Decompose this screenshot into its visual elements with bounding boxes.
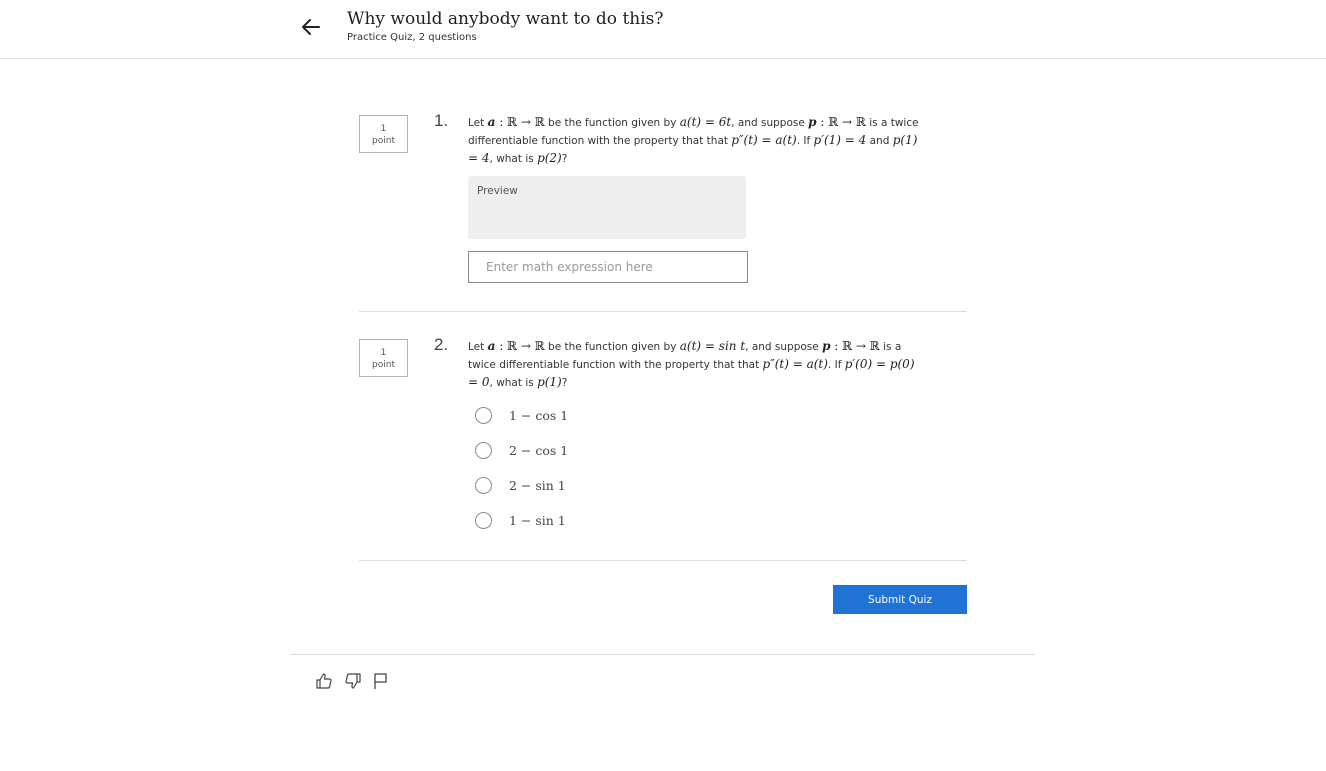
question-1-number: 1. (434, 111, 449, 130)
question-2-text: Let a : ℝ → ℝ be the function given by a… (468, 339, 915, 389)
question-2-points: 1 point (359, 339, 408, 377)
top-bar: Why would anybody want to do this? Pract… (0, 0, 1326, 59)
radio-button[interactable] (475, 406, 492, 424)
radio-button[interactable] (475, 511, 492, 529)
answer-option-1[interactable]: 1 − cos 1 (475, 405, 568, 425)
question-divider (359, 311, 967, 312)
points-value: 1 (380, 348, 387, 358)
option-label: 2 − cos 1 (509, 442, 569, 458)
footer-divider (290, 654, 1035, 655)
question-1-points: 1 point (359, 115, 408, 153)
page-title: Why would anybody want to do this? (347, 9, 664, 29)
answer-option-3[interactable]: 2 − sin 1 (475, 475, 566, 495)
math-preview-box: Preview (468, 176, 746, 239)
math-expression-input[interactable] (468, 251, 748, 283)
preview-label: Preview (477, 185, 518, 197)
radio-button[interactable] (475, 441, 492, 459)
points-unit: point (372, 136, 395, 146)
option-label: 2 − sin 1 (509, 477, 566, 493)
question-1-text: Let a : ℝ → ℝ be the function given by a… (468, 115, 919, 165)
thumbs-up-icon[interactable] (315, 672, 333, 690)
points-value: 1 (380, 124, 387, 134)
option-label: 1 − sin 1 (509, 512, 566, 528)
question-2-number: 2. (434, 335, 449, 354)
radio-button[interactable] (475, 476, 492, 494)
page-subtitle: Practice Quiz, 2 questions (347, 32, 477, 43)
flag-icon[interactable] (372, 672, 390, 690)
option-label: 1 − cos 1 (509, 407, 569, 423)
thumbs-down-icon[interactable] (344, 672, 362, 690)
question-divider (359, 560, 967, 561)
back-arrow-icon[interactable] (300, 16, 322, 38)
points-unit: point (372, 360, 395, 370)
answer-option-2[interactable]: 2 − cos 1 (475, 440, 568, 460)
submit-quiz-button[interactable]: Submit Quiz (833, 585, 967, 614)
answer-option-4[interactable]: 1 − sin 1 (475, 510, 566, 530)
